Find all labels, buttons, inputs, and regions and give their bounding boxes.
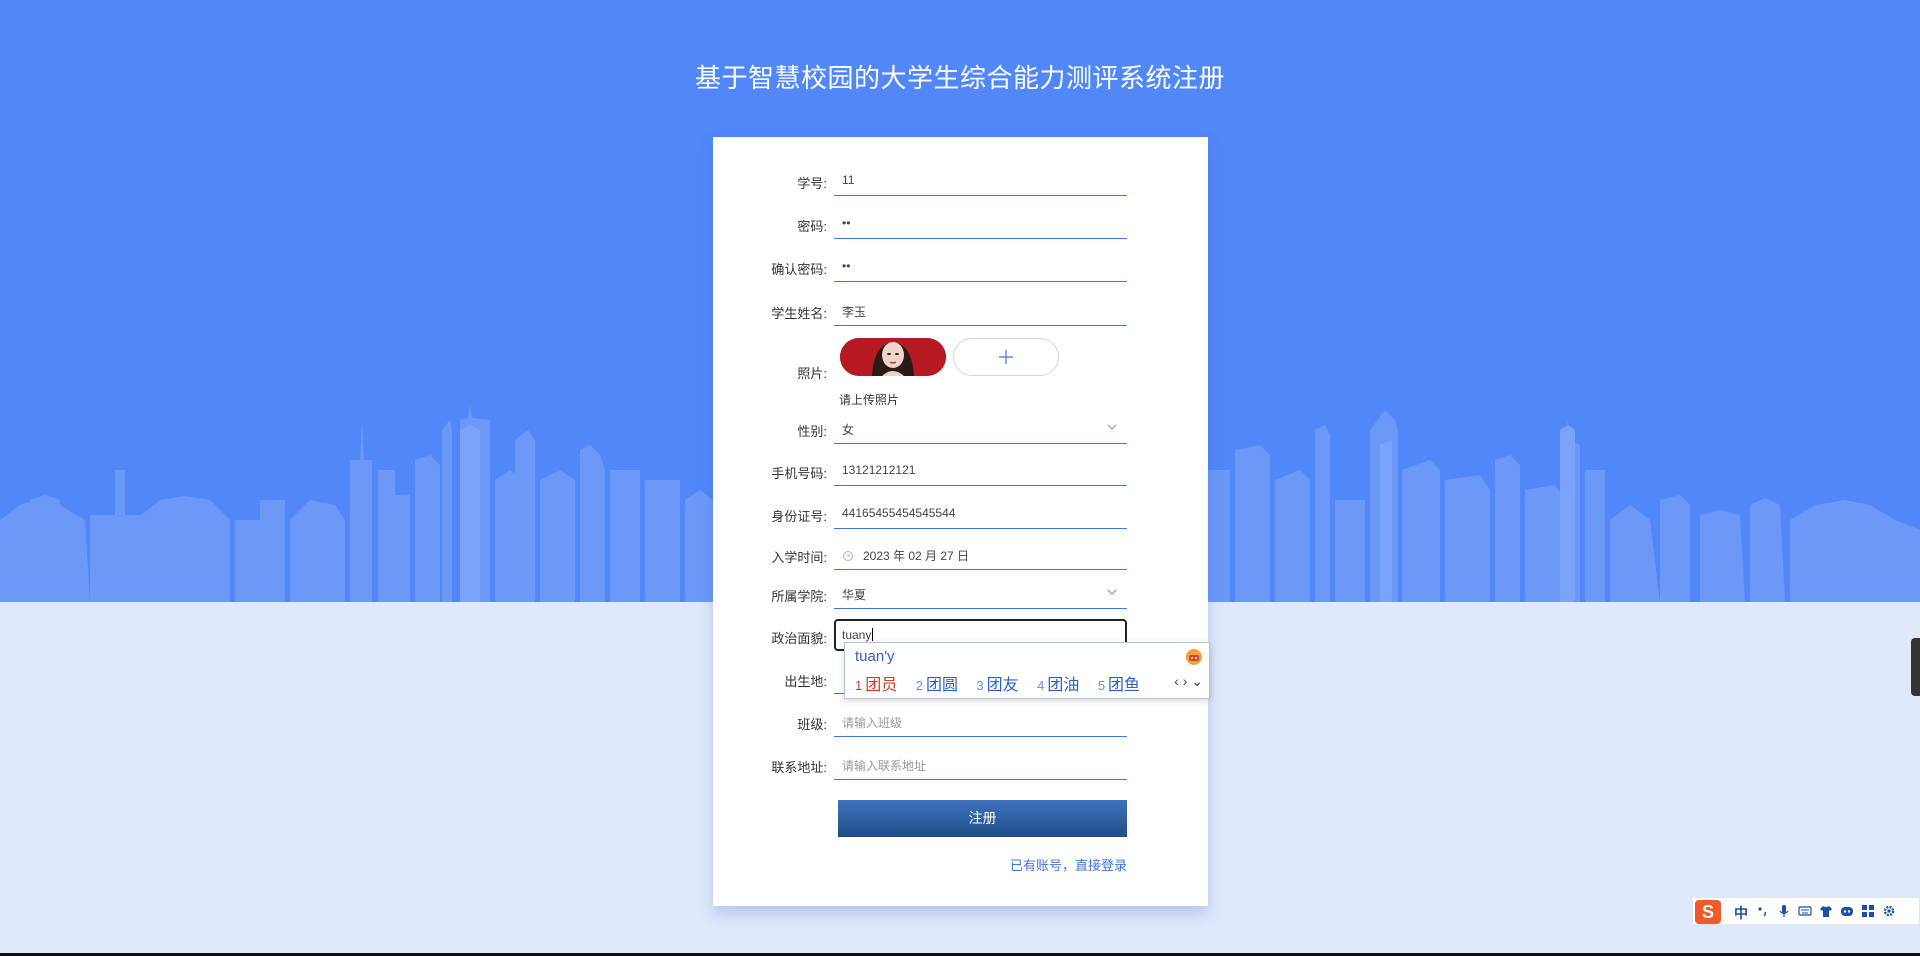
ime-candidate-text: 团员 bbox=[865, 677, 898, 694]
photo-thumbnail[interactable] bbox=[840, 338, 946, 376]
ime-mode-toggle[interactable]: 中 bbox=[1734, 903, 1748, 923]
keyboard-icon[interactable] bbox=[1798, 904, 1812, 918]
ime-candidate-number: 3 bbox=[976, 678, 984, 693]
address-placeholder: 请输入联系地址 bbox=[842, 759, 927, 773]
class-placeholder: 请输入班级 bbox=[842, 716, 903, 730]
college-value: 华夏 bbox=[842, 588, 867, 602]
gear-icon[interactable] bbox=[1882, 904, 1896, 918]
microphone-icon[interactable] bbox=[1777, 904, 1791, 918]
ime-candidate-number: 4 bbox=[1037, 678, 1045, 693]
row-enroll-date: 入学时间: 2023 年 02 月 27 日 bbox=[713, 541, 1208, 571]
student-name-value: 李玉 bbox=[842, 305, 867, 319]
class-label: 班级: bbox=[797, 717, 827, 732]
plus-icon bbox=[999, 350, 1013, 364]
political-status-text: tuany bbox=[842, 628, 872, 642]
id-card-label: 身份证号: bbox=[771, 509, 827, 524]
punctuation-icon[interactable] bbox=[1756, 904, 1770, 918]
row-address: 联系地址: 请输入联系地址 bbox=[713, 751, 1208, 781]
address-input[interactable]: 请输入联系地址 bbox=[834, 751, 1127, 780]
student-name-input[interactable]: 李玉 bbox=[834, 297, 1127, 326]
text-cursor bbox=[872, 628, 874, 641]
row-confirm-password: 确认密码: •• bbox=[713, 253, 1208, 283]
ime-candidate-text: 团油 bbox=[1047, 677, 1080, 694]
id-card-value: 44165455454545544 bbox=[842, 506, 956, 520]
side-panel-handle[interactable] bbox=[1911, 638, 1920, 696]
address-label: 联系地址: bbox=[771, 760, 827, 775]
row-college: 所属学院: 华夏 bbox=[713, 580, 1208, 610]
row-student-name: 学生姓名: 李玉 bbox=[713, 297, 1208, 327]
political-status-value: tuany bbox=[842, 628, 874, 642]
chevron-down-icon bbox=[1107, 589, 1117, 595]
enroll-date-value: 2023 年 02 月 27 日 bbox=[863, 549, 970, 563]
password-input[interactable]: •• bbox=[834, 210, 1127, 239]
student-id-label: 学号: bbox=[797, 176, 827, 191]
login-link[interactable]: 已有账号，直接登录 bbox=[1010, 855, 1127, 874]
phone-label: 手机号码: bbox=[771, 466, 827, 481]
ime-candidate-list: 1 团员 2 团圆 3 团友 4 团油 5 团鱼 bbox=[855, 671, 1154, 695]
gender-label: 性别: bbox=[797, 424, 827, 439]
ime-candidate-number: 5 bbox=[1097, 678, 1106, 693]
phone-value: 13121212121 bbox=[842, 463, 916, 477]
ime-toolbar: S 中 bbox=[1692, 897, 1920, 925]
ime-candidate-number: 2 bbox=[915, 678, 923, 693]
ime-candidate[interactable]: 5 团鱼 bbox=[1098, 677, 1140, 694]
ime-mascot-icon bbox=[1186, 649, 1202, 665]
student-id-value: 11 bbox=[842, 173, 855, 187]
ime-candidate[interactable]: 3 团友 bbox=[976, 677, 1018, 694]
row-student-id: 学号: 11 bbox=[713, 167, 1208, 197]
student-id-input[interactable]: 11 bbox=[834, 167, 1127, 196]
phone-input[interactable]: 13121212121 bbox=[834, 457, 1127, 486]
gender-value: 女 bbox=[842, 423, 855, 437]
skin-shirt-icon[interactable] bbox=[1819, 904, 1833, 918]
row-class: 班级: 请输入班级 bbox=[713, 708, 1208, 738]
ime-candidate[interactable]: 2 团圆 bbox=[916, 677, 958, 694]
enroll-date-label: 入学时间: bbox=[771, 550, 827, 565]
id-card-input[interactable]: 44165455454545544 bbox=[834, 500, 1127, 529]
confirm-password-value: •• bbox=[842, 259, 851, 273]
photo-upload-button[interactable] bbox=[953, 338, 1059, 376]
college-select[interactable]: 华夏 bbox=[834, 580, 1127, 609]
ime-page-nav[interactable]: ‹ › ⌄ bbox=[1174, 673, 1203, 690]
chevron-down-icon bbox=[1107, 424, 1117, 430]
row-password: 密码: •• bbox=[713, 210, 1208, 240]
enroll-date-picker[interactable]: 2023 年 02 月 27 日 bbox=[834, 541, 1127, 570]
gender-select[interactable]: 女 bbox=[834, 415, 1127, 444]
row-phone: 手机号码: 13121212121 bbox=[713, 457, 1208, 487]
password-label: 密码: bbox=[797, 219, 827, 234]
row-gender: 性别: 女 bbox=[713, 415, 1208, 445]
photo-label: 照片: bbox=[797, 366, 827, 381]
class-input[interactable]: 请输入班级 bbox=[834, 708, 1127, 737]
row-id-card: 身份证号: 44165455454545544 bbox=[713, 500, 1208, 530]
ime-candidate-text: 团圆 bbox=[925, 677, 958, 694]
ai-assistant-icon[interactable] bbox=[1840, 904, 1854, 918]
confirm-password-label: 确认密码: bbox=[771, 262, 827, 277]
register-button[interactable]: 注册 bbox=[838, 800, 1127, 837]
ime-candidate-text: 团友 bbox=[986, 677, 1019, 694]
birthplace-label: 出生地: bbox=[784, 674, 827, 689]
register-form-card: 学号: 11 密码: •• 确认密码: •• 学生姓名: 李玉 照片: 请上传照… bbox=[713, 137, 1208, 906]
clock-icon bbox=[843, 551, 853, 561]
political-status-label: 政治面貌: bbox=[771, 631, 827, 646]
confirm-password-input[interactable]: •• bbox=[834, 253, 1127, 282]
ime-candidate[interactable]: 1 团员 bbox=[855, 677, 897, 694]
grid-apps-icon[interactable] bbox=[1861, 904, 1875, 918]
ime-composition: tuan'y bbox=[855, 648, 895, 665]
portrait-image bbox=[840, 338, 946, 376]
student-name-label: 学生姓名: bbox=[771, 306, 827, 321]
password-value: •• bbox=[842, 216, 851, 230]
sogou-logo-icon[interactable]: S bbox=[1695, 900, 1721, 924]
page-title: 基于智慧校园的大学生综合能力测评系统注册 bbox=[694, 63, 1225, 93]
college-label: 所属学院: bbox=[771, 589, 827, 604]
ime-candidate[interactable]: 4 团油 bbox=[1037, 677, 1079, 694]
photo-upload-hint: 请上传照片 bbox=[839, 393, 900, 407]
ime-candidate-popup: tuan'y 1 团员 2 团圆 3 团友 4 团油 5 团鱼 ‹ › ⌄ bbox=[844, 642, 1210, 699]
ime-candidate-number: 1 bbox=[855, 678, 863, 693]
ime-candidate-text: 团鱼 bbox=[1108, 677, 1141, 694]
